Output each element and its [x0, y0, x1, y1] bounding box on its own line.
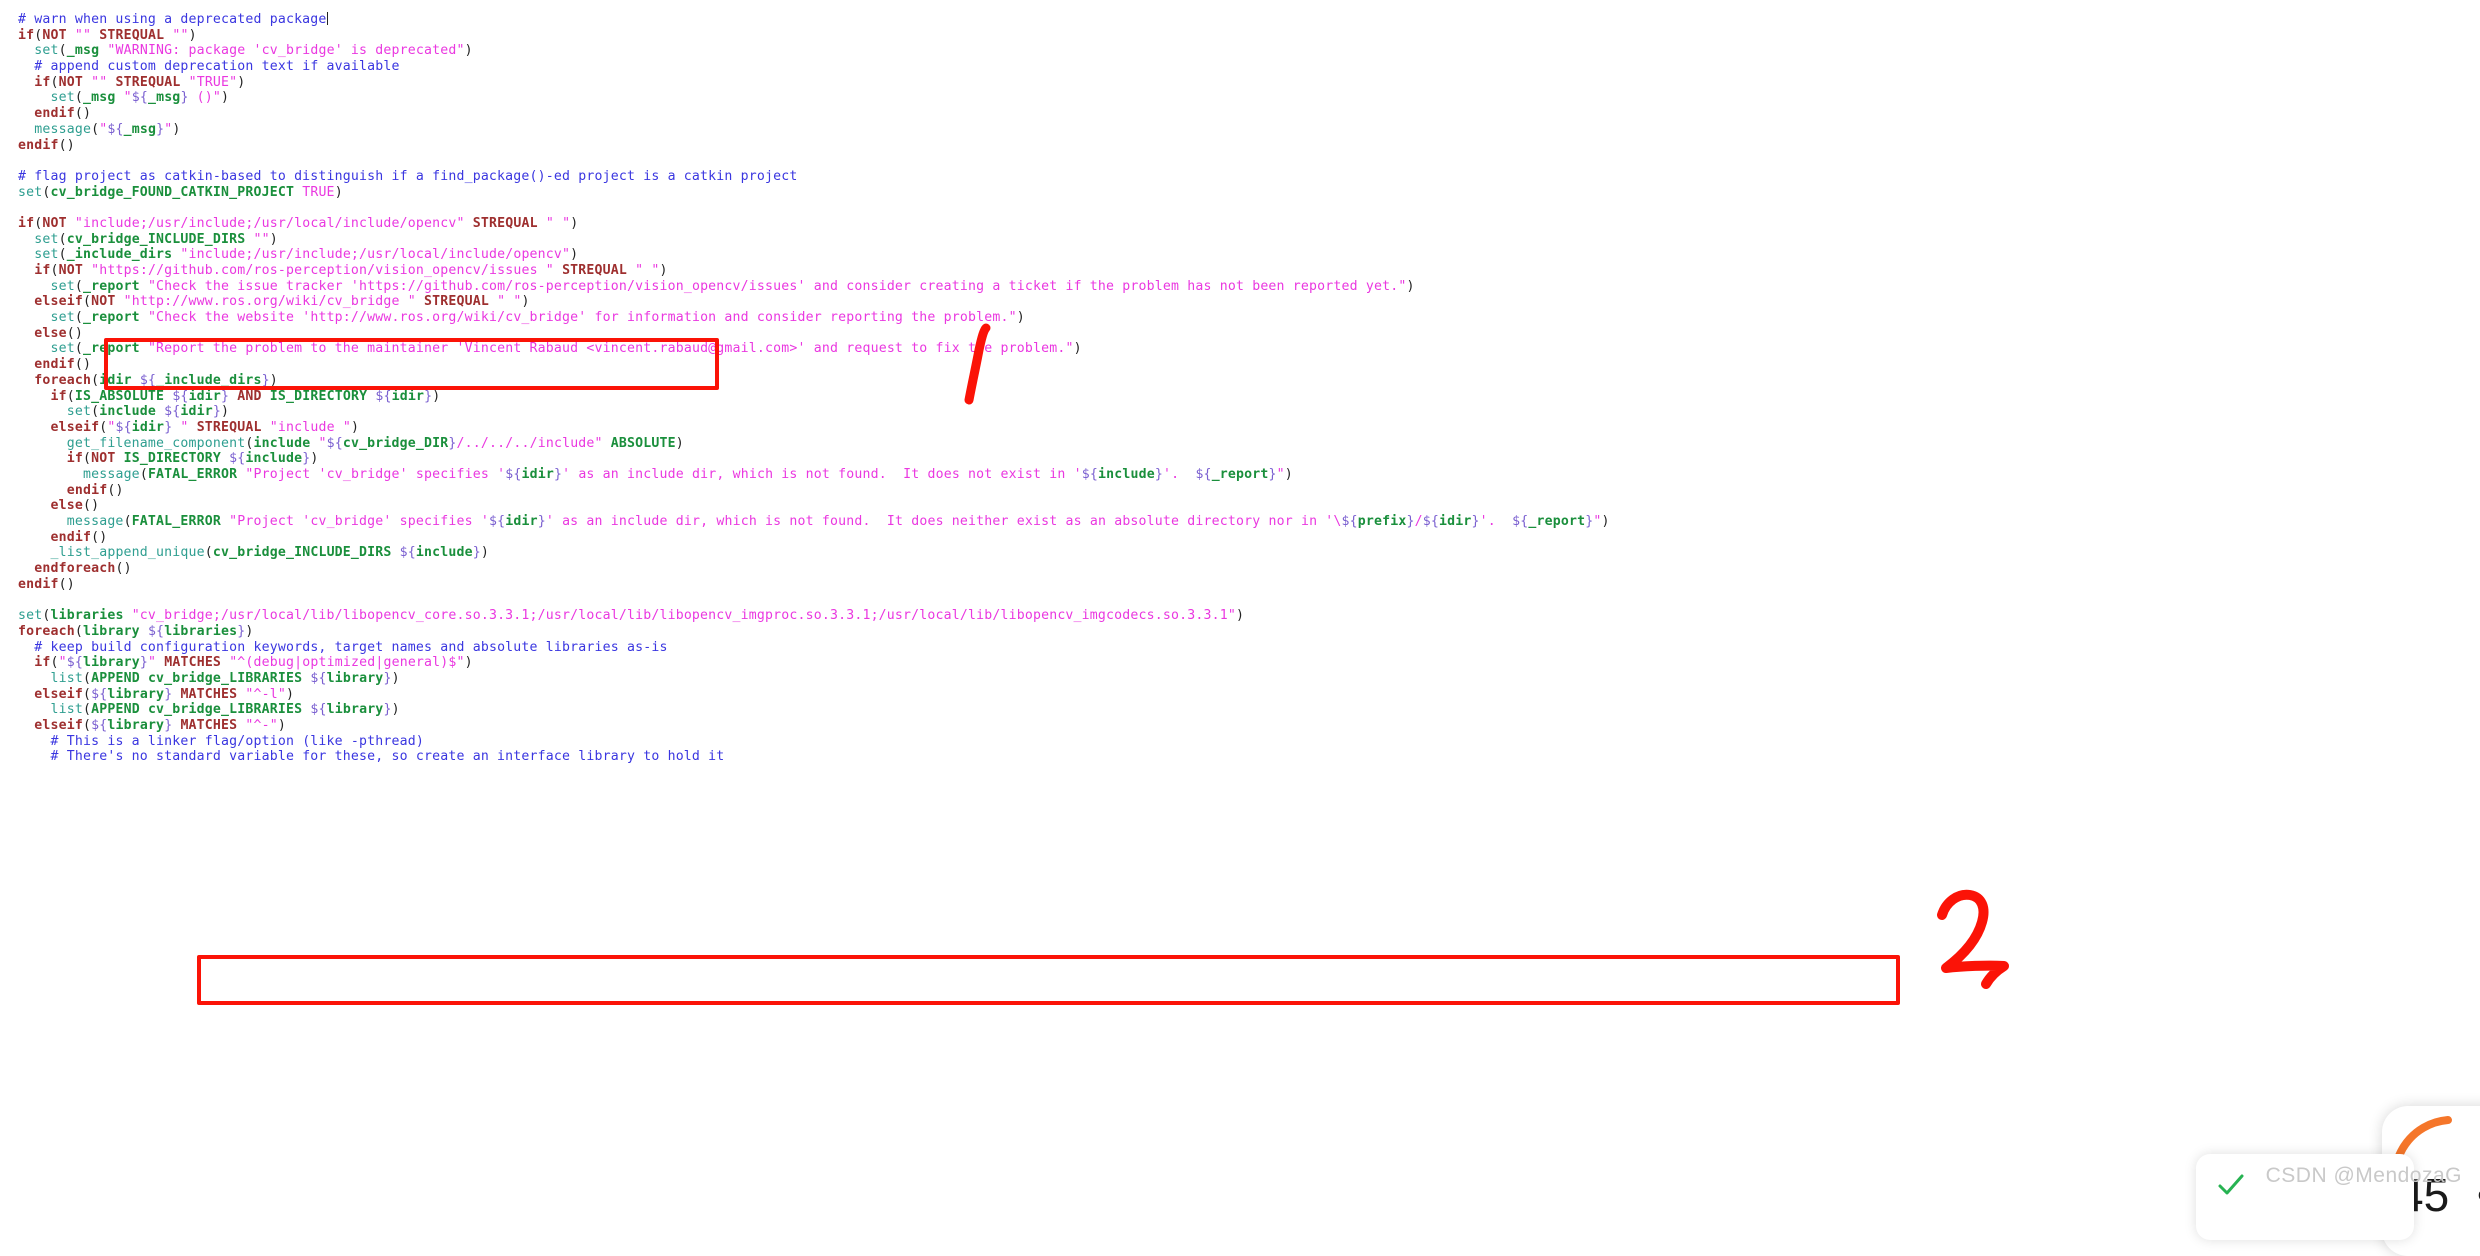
code-line: elseif("${idir} " STREQUAL "include ") [50, 419, 360, 435]
code-line: endforeach() [34, 561, 132, 577]
code-line: # There's no standard variable for these… [50, 749, 725, 765]
code-line: else() [34, 325, 83, 341]
code-line: if("${library}" MATCHES "^(debug|optimiz… [34, 655, 473, 671]
code-line: message("${_msg}") [34, 121, 181, 137]
code-line: elseif(NOT "http://www.ros.org/wiki/cv_b… [34, 294, 530, 310]
code-line: set(_include_dirs "include;/usr/include;… [34, 247, 579, 263]
code-line: _list_append_unique(cv_bridge_INCLUDE_DI… [50, 545, 489, 561]
code-line: foreach(library ${libraries}) [18, 623, 254, 639]
code-line: set(cv_bridge_FOUND_CATKIN_PROJECT TRUE) [18, 184, 343, 200]
code-line: endif() [34, 357, 92, 373]
code-line: endif() [18, 576, 75, 592]
code-line: # append custom deprecation text if avai… [34, 59, 400, 75]
code-line: if(NOT "" STREQUAL "TRUE") [34, 74, 246, 90]
code-line: # This is a linker flag/option (like -pt… [50, 733, 424, 749]
code-line: set(_msg "${_msg} ()") [50, 90, 230, 106]
code-line: foreach(idir ${_include_dirs}) [34, 372, 278, 388]
code-line: set(_msg "WARNING: package 'cv_bridge' i… [34, 43, 473, 59]
code-line: get_filename_component(include "${cv_bri… [66, 435, 684, 451]
code-line: elseif(${library} MATCHES "^-l") [34, 686, 295, 702]
code-line: list(APPEND cv_bridge_LIBRARIES ${librar… [50, 670, 400, 686]
code-editor-content[interactable]: # warn when using a deprecated package if… [0, 0, 2480, 1210]
check-icon [2218, 1174, 2244, 1195]
code-line: set(_report "Check the issue tracker 'ht… [50, 278, 1415, 294]
code-line: if(NOT IS_DIRECTORY ${include}) [66, 451, 319, 467]
code-line: endif() [66, 482, 124, 498]
csdn-watermark: CSDN @MendozaG [2265, 1164, 2462, 1187]
code-line: endif() [34, 106, 92, 122]
code-line: if(NOT "include;/usr/include;/usr/local/… [18, 215, 579, 231]
code-line: if(NOT "" STREQUAL "") [18, 27, 197, 43]
code-line: # keep build configuration keywords, tar… [34, 639, 668, 655]
code-line: set(libraries "cv_bridge;/usr/local/lib/… [18, 608, 1245, 624]
code-line: if(NOT "https://github.com/ros-perceptio… [34, 263, 668, 278]
code-line: set(_report "Check the website 'http://w… [50, 310, 1025, 326]
code-line: if(IS_ABSOLUTE ${idir} AND IS_DIRECTORY … [50, 388, 441, 404]
code-line: elseif(${library} MATCHES "^-") [34, 717, 287, 733]
code-line: else() [50, 498, 100, 514]
code-line: set(_report "Report the problem to the m… [50, 341, 1082, 357]
code-line: endif() [18, 137, 75, 153]
code-line: list(APPEND cv_bridge_LIBRARIES ${librar… [50, 702, 400, 718]
code-line: # flag project as catkin-based to distin… [18, 168, 798, 184]
code-line: set(cv_bridge_INCLUDE_DIRS "") [34, 231, 278, 247]
code-line: # warn when using a deprecated package [18, 12, 328, 27]
text-caret [326, 12, 328, 25]
code-line: set(include ${idir}) [66, 404, 230, 420]
code-line: message(FATAL_ERROR "Project 'cv_bridge'… [82, 466, 1293, 482]
code-line: endif() [50, 529, 108, 545]
code-line: message(FATAL_ERROR "Project 'cv_bridge'… [66, 514, 1610, 529]
